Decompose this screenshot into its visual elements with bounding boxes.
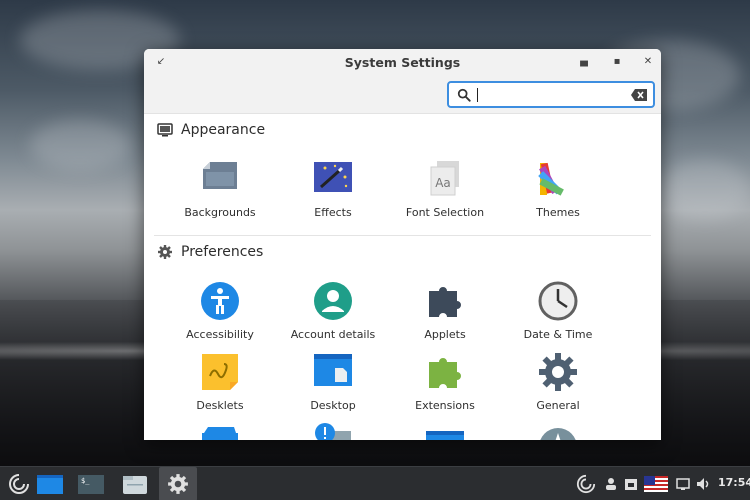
search-icon [457,88,471,102]
section-preferences-header: Preferences [157,242,263,262]
cinnamon-menu-icon [9,474,29,494]
taskbar-file-manager-launcher[interactable] [116,467,154,500]
maximize-button[interactable]: ▪ [610,55,624,69]
system-settings-window: ↙ System Settings ▄ ▪ ✕ Appearance Backg… [144,49,661,440]
extensions-icon [429,358,461,388]
item-label: Date & Time [523,328,593,341]
notification-icon [315,423,351,440]
monitor-icon [157,123,173,137]
terminal-icon: $_ [78,475,104,494]
search-input[interactable] [476,86,626,104]
search-box[interactable] [447,81,655,108]
settings-item-account-details[interactable]: Account details [277,281,389,341]
section-title: Appearance [181,122,266,138]
settings-item-desklets[interactable]: Desklets [164,352,276,412]
clock[interactable]: 17:54 [718,476,750,489]
item-label: Themes [536,206,580,219]
settings-item-general[interactable]: General [502,352,614,412]
accessibility-icon [201,282,239,320]
file-manager-icon [123,476,147,494]
settings-item-backgrounds[interactable]: Backgrounds [164,159,276,219]
item-label: Account details [290,328,376,341]
cinnamon-icon[interactable] [576,474,596,494]
settings-item-font-selection[interactable]: Aa Font Selection [389,159,501,219]
lock-icon[interactable] [624,477,638,491]
settings-content: Appearance Backgrounds Effects Aa Font S… [144,115,661,440]
settings-gear-icon [168,474,188,494]
settings-item-accessibility[interactable]: Accessibility [164,281,276,341]
partial-blue-folder-icon [202,427,238,440]
desklets-icon [202,354,238,390]
item-label: Backgrounds [184,206,256,219]
item-label: Accessibility [186,328,254,341]
clear-search-icon[interactable] [631,89,647,101]
section-title: Preferences [181,244,264,260]
section-appearance-header: Appearance [157,120,265,140]
themes-icon [538,162,564,196]
general-gear-icon [539,353,577,391]
settings-item-themes[interactable]: Themes [502,159,614,219]
item-label: Font Selection [405,206,485,219]
settings-item-desktop[interactable]: Desktop [277,352,389,412]
taskbar: $_ 17:54 [0,466,750,500]
system-tray [576,467,712,500]
text-cursor [477,88,478,102]
svg-text:$_: $_ [81,477,90,485]
section-divider [154,235,651,236]
gear-icon [158,245,172,259]
display-icon[interactable] [676,477,690,491]
item-label: Desktop [310,399,356,412]
effects-icon [314,162,352,192]
settings-item-applets[interactable]: Applets [389,281,501,341]
window-titlebar[interactable]: ↙ System Settings ▄ ▪ ✕ [144,49,661,114]
partial-panel-icon [426,431,464,440]
item-label: Desklets [196,399,244,412]
svg-text:Aa: Aa [435,176,451,190]
settings-item-partial-3[interactable] [389,423,501,440]
settings-item-extensions[interactable]: Extensions [389,352,501,412]
settings-item-partial-2[interactable] [277,423,389,440]
backgrounds-icon [203,162,237,189]
font-selection-icon: Aa [430,161,459,196]
folder-icon [37,475,63,494]
minimize-button[interactable]: ▄ [577,55,591,69]
item-label: Applets [424,328,466,341]
settings-item-partial-4[interactable] [502,423,614,440]
us-flag-icon[interactable] [644,476,668,492]
account-icon [314,282,352,320]
item-label: Effects [314,206,352,219]
item-label: Extensions [415,399,475,412]
clock-icon [538,281,578,321]
taskbar-terminal-launcher[interactable]: $_ [72,467,110,500]
item-label: General [536,399,580,412]
taskbar-files-launcher[interactable] [31,467,69,500]
close-button[interactable]: ✕ [641,55,655,69]
settings-item-effects[interactable]: Effects [277,159,389,219]
star-icon [540,428,576,440]
settings-item-partial-1[interactable] [164,423,276,440]
taskbar-system-settings[interactable] [159,467,197,500]
applets-icon [429,287,461,317]
settings-item-date-time[interactable]: Date & Time [502,281,614,341]
user-icon[interactable] [604,477,618,491]
desktop-icon [314,354,352,386]
volume-icon[interactable] [696,477,712,491]
